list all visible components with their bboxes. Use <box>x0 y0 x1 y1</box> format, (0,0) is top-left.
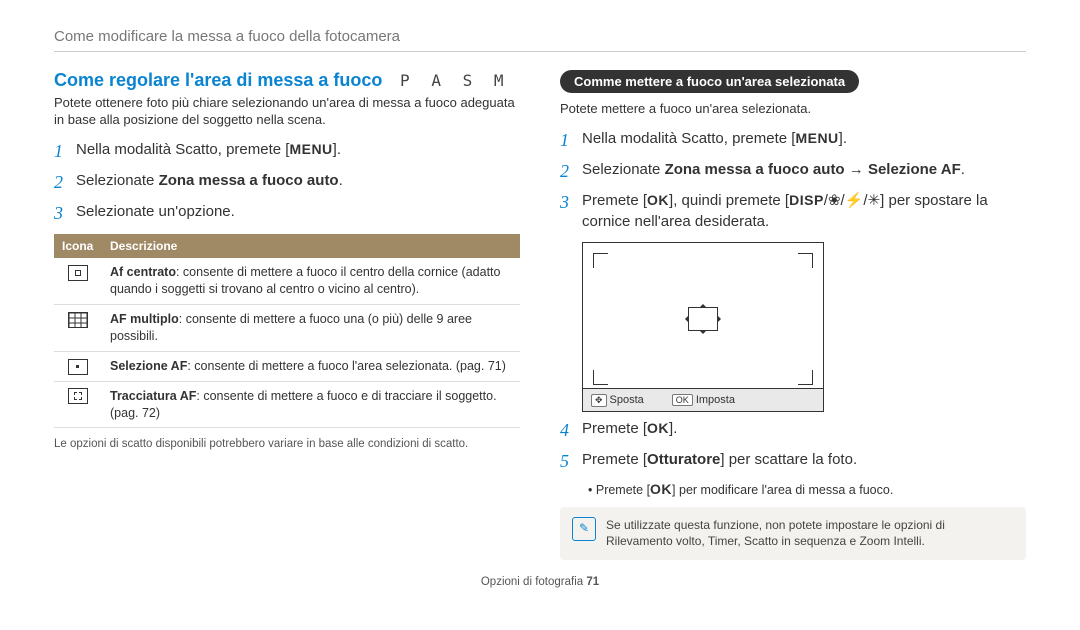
intro-text: Potete ottenere foto più chiare selezion… <box>54 95 520 129</box>
step-number: 1 <box>54 139 76 164</box>
af-multi-icon <box>68 312 88 328</box>
corner-bracket-icon <box>593 370 608 385</box>
af-tracking-icon <box>68 388 88 404</box>
lcd-bottom-bar: ✥Sposta OKImposta <box>583 388 823 411</box>
note-icon: ✎ <box>572 517 596 541</box>
table-row: Af centrato: consente di mettere a fuoco… <box>54 258 520 304</box>
table-footnote: Le opzioni di scatto disponibili potrebb… <box>54 438 520 450</box>
note-box: ✎ Se utilizzate questa funzione, non pot… <box>560 507 1026 561</box>
options-table: Icona Descrizione Af centrato: consente … <box>54 234 520 428</box>
timer-icon: ✳ <box>868 192 881 209</box>
mode-letters: P A S M <box>400 71 509 90</box>
right-steps: 1 Nella modalità Scatto, premete [MENU].… <box>560 128 1026 232</box>
table-row: Tracciatura AF: consente di mettere a fu… <box>54 381 520 428</box>
right-intro: Potete mettere a fuoco un'area seleziona… <box>560 101 1026 118</box>
left-column: Come regolare l'area di messa a fuoco P … <box>54 70 520 560</box>
note-text: Se utilizzate questa funzione, non potet… <box>606 517 1014 551</box>
ok-button-label: OK <box>650 481 672 497</box>
step-text: Premete [Otturatore] per scattare la fot… <box>582 449 857 470</box>
table-header-icon: Icona <box>54 234 102 258</box>
step-number: 2 <box>560 159 582 184</box>
step-text: Premete [OK], quindi premete [DISP/❀/⚡/✳… <box>582 190 1026 232</box>
step-text: Nella modalità Scatto, premete [MENU]. <box>582 128 847 149</box>
page-header: Come modificare la messa a fuoco della f… <box>54 28 1026 52</box>
step-number: 5 <box>560 449 582 474</box>
section-title: Come regolare l'area di messa a fuoco <box>54 70 382 90</box>
corner-bracket-icon <box>593 253 608 268</box>
menu-button-label: MENU <box>289 141 332 157</box>
move-key-icon: ✥ <box>591 394 607 407</box>
ok-button-label: OK <box>647 420 669 436</box>
macro-icon: ❀ <box>828 192 841 209</box>
step-text: Selezionate Zona messa a fuoco auto → Se… <box>582 159 965 180</box>
step-number: 4 <box>560 418 582 443</box>
page-footer: Opzioni di fotografia 71 <box>54 576 1026 588</box>
menu-button-label: MENU <box>795 130 838 146</box>
section-heading-row: Come regolare l'area di messa a fuoco P … <box>54 70 520 91</box>
af-select-icon <box>68 359 88 375</box>
sub-bullet: • Premete [OK] per modificare l'area di … <box>588 481 1026 497</box>
step-text: Premete [OK]. <box>582 418 677 439</box>
disp-button-label: DISP <box>789 192 824 208</box>
step-number: 3 <box>54 201 76 226</box>
af-center-icon <box>68 265 88 281</box>
lcd-preview: ✥Sposta OKImposta <box>582 242 824 412</box>
table-row: Selezione AF: consente di mettere a fuoc… <box>54 351 520 381</box>
step-number: 3 <box>560 190 582 215</box>
focus-target-icon <box>688 307 718 331</box>
right-column: Comme mettere a fuoco un'area selezionat… <box>560 70 1026 560</box>
left-steps: 1 Nella modalità Scatto, premete [MENU].… <box>54 139 520 227</box>
corner-bracket-icon <box>798 370 813 385</box>
table-header-desc: Descrizione <box>102 234 520 258</box>
step-text: Selezionate Zona messa a fuoco auto. <box>76 170 343 191</box>
subsection-pill: Comme mettere a fuoco un'area selezionat… <box>560 70 859 93</box>
step-number: 2 <box>54 170 76 195</box>
ok-button-label: OK <box>647 192 669 208</box>
right-steps-continued: 4 Premete [OK]. 5 Premete [Otturatore] p… <box>560 418 1026 474</box>
step-text: Nella modalità Scatto, premete [MENU]. <box>76 139 341 160</box>
table-row: AF multiplo: consente di mettere a fuoco… <box>54 305 520 352</box>
content-columns: Come regolare l'area di messa a fuoco P … <box>54 70 1026 560</box>
corner-bracket-icon <box>798 253 813 268</box>
step-number: 1 <box>560 128 582 153</box>
flash-icon: ⚡ <box>845 192 864 209</box>
step-text: Selezionate un'opzione. <box>76 201 235 222</box>
ok-key-icon: OK <box>672 394 693 406</box>
